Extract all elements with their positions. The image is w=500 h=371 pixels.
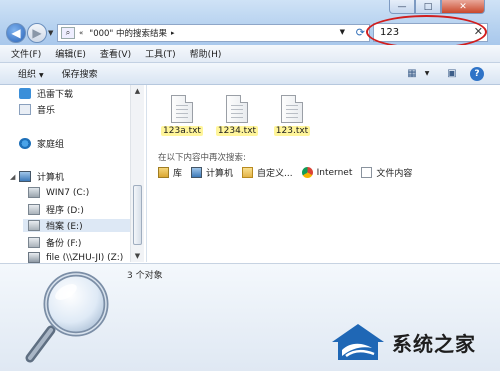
file-item[interactable]: 123a.txt <box>157 95 207 136</box>
text-file-icon <box>171 95 193 123</box>
menu-help[interactable]: 帮助(H) <box>183 47 229 60</box>
file-item[interactable]: 123.txt <box>267 95 317 136</box>
watermark-text: 系统之家 <box>392 332 476 356</box>
search-folder-icon: ⌕ <box>61 27 75 39</box>
menu-tools[interactable]: 工具(T) <box>138 47 183 60</box>
nav-item-label: WIN7 (C:) <box>46 187 90 198</box>
search-again-heading: 在以下内容中再次搜索: <box>158 153 246 163</box>
back-button[interactable]: ◀ <box>6 23 26 43</box>
nav-item-drive-d[interactable]: 程序 (D:) <box>28 203 84 216</box>
clear-search-icon[interactable]: ✕ <box>474 25 483 38</box>
breadcrumb-separator[interactable]: ▸ <box>171 29 175 37</box>
title-frame: — □ ✕ ◀ ▶ ▼ ⌕ « "000" 中的搜索结果 ▸ ▼ ⟳ 123 ✕ <box>0 0 500 49</box>
address-bar[interactable]: ⌕ « "000" 中的搜索结果 ▸ ▼ ⟳ <box>57 24 370 42</box>
text-file-icon <box>226 95 248 123</box>
help-icon[interactable]: ? <box>470 67 484 81</box>
search-again-computer[interactable]: 计算机 <box>191 166 233 179</box>
maximize-button[interactable]: □ <box>415 0 441 14</box>
nav-item-drive-f[interactable]: 备份 (F:) <box>28 236 81 249</box>
nav-item-label: 档案 (E:) <box>46 222 83 232</box>
minimize-button[interactable]: — <box>389 0 415 14</box>
navigation-pane: 迅雷下载 音乐 家庭组 ◢ 计算机 WIN7 (C:) 程序 (D:) 档案 (… <box>0 85 147 263</box>
save-search-button[interactable]: 保存搜索 <box>62 67 98 80</box>
preview-pane-icon[interactable]: ▣ <box>445 67 459 80</box>
breadcrumb-prefix[interactable]: « <box>79 29 83 37</box>
search-again-label: 自定义... <box>257 169 293 179</box>
file-name: 1234.txt <box>215 126 259 136</box>
item-count: 3 个对象 <box>127 271 163 281</box>
file-content-icon <box>361 167 373 178</box>
search-again-library[interactable]: 库 <box>158 166 182 179</box>
arrow-left-icon: ◀ <box>11 26 21 40</box>
scroll-down-icon[interactable]: ▼ <box>131 250 144 262</box>
nav-item-label: 计算机 <box>37 173 65 183</box>
nav-item-homegroup[interactable]: 家庭组 <box>19 137 64 150</box>
organize-button[interactable]: 组织 ▼ <box>18 67 44 80</box>
search-again-custom[interactable]: 自定义... <box>242 166 293 179</box>
menu-bar: 文件(F) 编辑(E) 查看(V) 工具(T) 帮助(H) <box>0 45 500 63</box>
folder-icon <box>242 167 254 178</box>
nav-item-drive-e[interactable]: 档案 (E:) <box>23 219 133 232</box>
nav-item-label: 家庭组 <box>37 140 65 150</box>
nav-item-drive-c[interactable]: WIN7 (C:) <box>28 186 89 199</box>
change-view-icon[interactable]: ▦ <box>405 67 419 80</box>
organize-label: 组织 <box>18 70 37 80</box>
search-again-label: 库 <box>173 169 183 179</box>
nav-item-thunder-download[interactable]: 迅雷下载 <box>19 87 73 100</box>
nav-item-music[interactable]: 音乐 <box>19 103 55 116</box>
text-file-icon <box>281 95 303 123</box>
internet-icon <box>301 167 313 178</box>
nav-item-label: 备份 (F:) <box>46 239 82 249</box>
thunder-download-icon <box>19 88 31 99</box>
search-again-targets: 库 计算机 自定义... Internet 文件内容 <box>158 166 421 179</box>
drive-icon <box>28 237 40 248</box>
command-bar: 组织 ▼ 保存搜索 ▦ ▼ ▣ ? <box>0 63 500 85</box>
nav-item-computer[interactable]: 计算机 <box>19 170 64 183</box>
forward-button[interactable]: ▶ <box>27 23 47 43</box>
watermark-logo <box>332 324 384 360</box>
refresh-icon[interactable]: ⟳ <box>356 26 365 39</box>
arrow-right-icon: ▶ <box>32 26 42 40</box>
nav-item-label: 程序 (D:) <box>46 206 84 216</box>
view-dropdown-icon[interactable]: ▼ <box>423 67 431 80</box>
expand-computer-icon[interactable]: ◢ <box>10 173 15 181</box>
scroll-up-icon[interactable]: ▲ <box>131 85 144 97</box>
search-box[interactable]: 123 ✕ <box>373 23 488 42</box>
breadcrumb-location[interactable]: "000" 中的搜索结果 <box>89 27 167 39</box>
search-magnifier-icon <box>25 271 109 363</box>
chevron-down-icon: ▼ <box>39 72 44 79</box>
address-dropdown-icon[interactable]: ▼ <box>340 28 345 36</box>
search-again-file-content[interactable]: 文件内容 <box>361 166 412 179</box>
search-again-label: 文件内容 <box>376 169 413 179</box>
nav-item-label: file (\\ZHU-JI) (Z:) <box>46 252 124 263</box>
menu-view[interactable]: 查看(V) <box>93 47 138 60</box>
menu-edit[interactable]: 编辑(E) <box>48 47 93 60</box>
recent-pages-dropdown[interactable]: ▼ <box>48 29 53 37</box>
drive-icon <box>28 220 40 231</box>
nav-scrollbar[interactable]: ▲ ▼ <box>130 85 144 262</box>
file-name: 123a.txt <box>161 126 203 136</box>
nav-item-label: 迅雷下载 <box>37 90 74 100</box>
explorer-window: — □ ✕ ◀ ▶ ▼ ⌕ « "000" 中的搜索结果 ▸ ▼ ⟳ 123 ✕… <box>0 0 500 371</box>
search-again-internet[interactable]: Internet <box>301 167 353 178</box>
results-pane: 123a.txt 1234.txt 123.txt 在以下内容中再次搜索: 库 … <box>147 85 500 262</box>
network-drive-icon <box>28 252 40 263</box>
file-item[interactable]: 1234.txt <box>212 95 262 136</box>
music-icon <box>19 104 31 115</box>
search-again-label: Internet <box>316 167 353 178</box>
drive-icon <box>28 204 40 215</box>
library-icon <box>158 167 169 178</box>
file-name: 123.txt <box>273 126 311 136</box>
search-again-label: 计算机 <box>206 169 234 179</box>
scroll-thumb[interactable] <box>133 185 142 245</box>
computer-icon <box>191 167 203 178</box>
system-drive-icon <box>28 187 40 198</box>
search-input[interactable]: 123 <box>380 27 399 38</box>
homegroup-icon <box>19 138 31 149</box>
computer-icon <box>19 171 31 182</box>
menu-file[interactable]: 文件(F) <box>0 47 48 60</box>
close-button[interactable]: ✕ <box>441 0 485 14</box>
nav-item-label: 音乐 <box>37 106 56 116</box>
